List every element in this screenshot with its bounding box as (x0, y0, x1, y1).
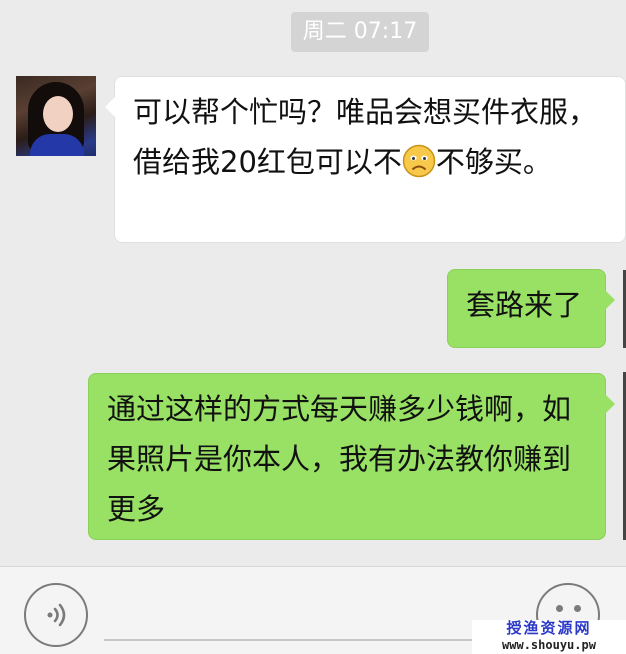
outgoing-message-bubble[interactable]: 通过这样的方式每天赚多少钱啊，如果照片是你本人，我有办法教你赚到更多 (88, 373, 615, 540)
contact-avatar[interactable] (16, 76, 96, 156)
chat-area: 周二 07:17 可以帮个忙吗？唯品会想买件衣服，借给我20红包可以不 不够买。… (0, 0, 626, 566)
incoming-message-bubble[interactable]: 可以帮个忙吗？唯品会想买件衣服，借给我20红包可以不 不够买。 (105, 76, 626, 243)
message-text: 通过这样的方式每天赚多少钱啊，如果照片是你本人，我有办法教你赚到更多 (107, 392, 572, 526)
timestamp-label: 周二 07:17 (291, 12, 429, 52)
outgoing-message-bubble[interactable]: 套路来了 (447, 269, 615, 348)
watermark-title: 授渔资源网 (506, 619, 592, 637)
voice-icon[interactable] (24, 583, 88, 647)
watermark-url: www.shouyu.pw (502, 638, 596, 652)
watermark: 授渔资源网 www.shouyu.pw (472, 620, 626, 654)
message-text: 不够买。 (435, 145, 552, 179)
message-text: 套路来了 (466, 288, 583, 322)
message-input-field[interactable] (104, 639, 522, 641)
frown-emoji-icon (402, 143, 436, 178)
